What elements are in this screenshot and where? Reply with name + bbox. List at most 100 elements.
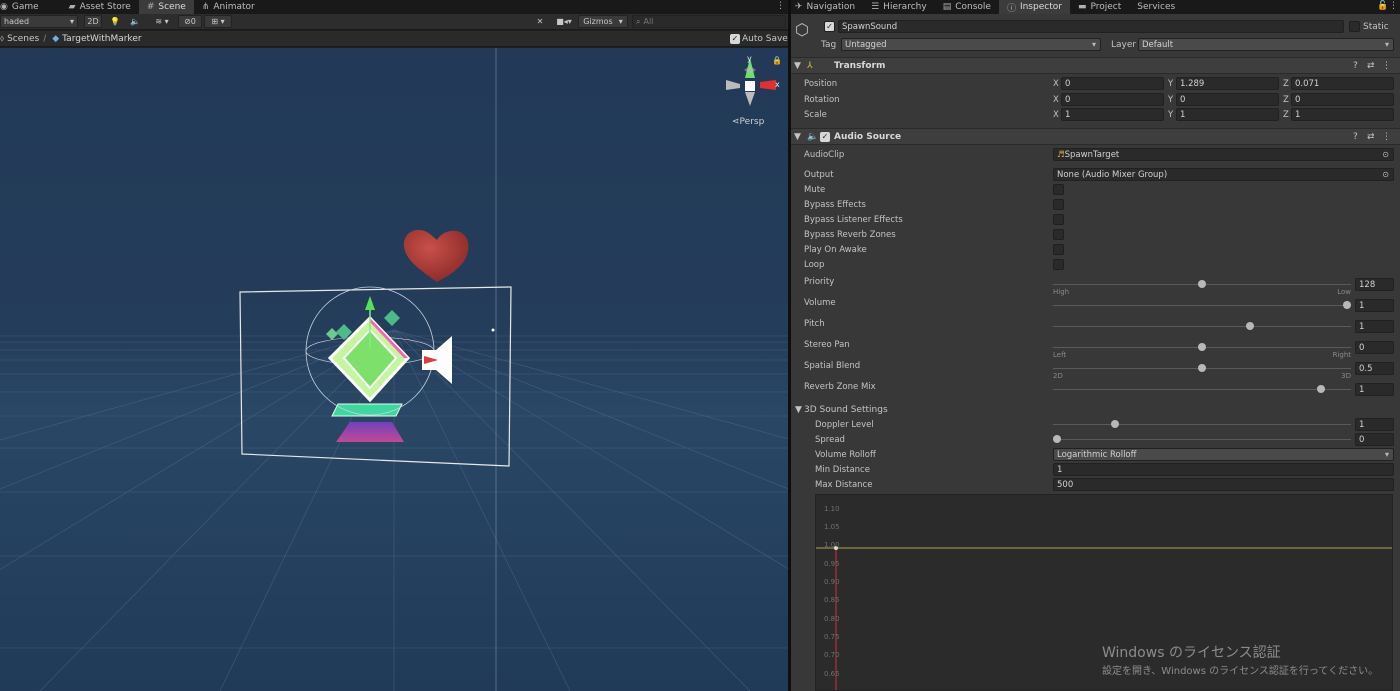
slider-thumb[interactable]: [1343, 301, 1351, 309]
transform-header[interactable]: ▼ ⅄ Transform ? ⇄ ⋮: [791, 57, 1400, 74]
scale-z-field[interactable]: 1: [1291, 108, 1394, 121]
mute-row: Mute: [791, 182, 1400, 197]
preset-icon[interactable]: ⇄: [1367, 132, 1375, 142]
folder-icon: ▬: [1077, 2, 1087, 12]
slider-track[interactable]: [1053, 389, 1351, 390]
min-distance-field[interactable]: 1: [1053, 463, 1394, 476]
play-on-awake-checkbox[interactable]: [1053, 244, 1064, 255]
max-distance-field[interactable]: 500: [1053, 478, 1394, 491]
slider-value-field[interactable]: 1: [1355, 320, 1394, 333]
tab-project[interactable]: ▬ Project: [1070, 0, 1129, 14]
slider-thumb[interactable]: [1198, 343, 1206, 351]
shading-mode-dropdown[interactable]: haded ▾: [0, 15, 78, 28]
inspector-menu-kebab-icon[interactable]: ⋮: [1389, 1, 1398, 11]
spread-value-field[interactable]: 0: [1355, 433, 1394, 446]
slider-value-field[interactable]: 1: [1355, 383, 1394, 396]
tag-dropdown[interactable]: Untagged ▾: [841, 38, 1101, 51]
position-y-field[interactable]: 1.289: [1176, 77, 1279, 90]
bypass-effects-checkbox[interactable]: [1053, 199, 1064, 210]
slider-track[interactable]: [1053, 305, 1351, 306]
object-picker-icon[interactable]: ⊙: [1382, 150, 1389, 159]
help-icon[interactable]: ?: [1353, 132, 1358, 142]
object-name-field[interactable]: SpawnSound: [838, 20, 1344, 33]
rotation-z-field[interactable]: 0: [1291, 93, 1394, 106]
slider-thumb[interactable]: [1198, 364, 1206, 372]
tab-asset-store[interactable]: ▰ Asset Store: [61, 0, 139, 14]
auto-save-checkbox[interactable]: ✓: [730, 34, 740, 44]
slider-thumb[interactable]: [1198, 280, 1206, 288]
3d-sound-foldout[interactable]: ▼ 3D Sound Settings: [791, 402, 1400, 417]
slider-track[interactable]: [1053, 326, 1351, 327]
lighting-toggle[interactable]: 💡: [108, 15, 122, 28]
component-menu-icon[interactable]: ⋮: [1382, 132, 1391, 142]
tab-animator[interactable]: ⋔ Animator: [194, 0, 263, 14]
slider-thumb[interactable]: [1246, 322, 1255, 330]
2d-toggle[interactable]: 2D: [84, 15, 102, 28]
loop-checkbox[interactable]: [1053, 259, 1064, 270]
audioclip-field[interactable]: ♬ SpawnTarget ⊙: [1053, 148, 1394, 161]
effects-dropdown[interactable]: ≋ ▾: [148, 15, 176, 28]
tab-hierarchy[interactable]: ☰ Hierarchy: [863, 0, 935, 14]
scale-y-field[interactable]: 1: [1176, 108, 1279, 121]
breadcrumb-root[interactable]: Scenes: [7, 34, 39, 44]
hidden-objects-toggle[interactable]: ⊘ 0: [178, 15, 202, 28]
graph-label: 0.85: [824, 596, 840, 604]
spread-track[interactable]: [1053, 439, 1351, 440]
breadcrumb-current[interactable]: TargetWithMarker: [62, 34, 141, 44]
rotation-y-field[interactable]: 0: [1176, 93, 1279, 106]
transform-position-row: Position X 0 Y 1.289 Z 0.071: [791, 76, 1400, 91]
mute-checkbox[interactable]: [1053, 184, 1064, 195]
camera-dropdown[interactable]: ■◂▾: [552, 15, 576, 28]
tab-console[interactable]: ▤ Console: [935, 0, 999, 14]
tab-scene[interactable]: # Scene: [138, 0, 194, 14]
audio-source-enabled-checkbox[interactable]: ✓: [820, 132, 830, 142]
slider-min-label: 2D: [1053, 372, 1063, 380]
transform-scale-row: Scale X 1 Y 1 Z 1: [791, 107, 1400, 122]
lock-icon[interactable]: 🔓: [1377, 1, 1388, 11]
active-checkbox[interactable]: ✓: [824, 21, 835, 32]
spread-slider-thumb[interactable]: [1053, 435, 1061, 443]
scene-menu-kebab-icon[interactable]: ⋮: [776, 1, 785, 11]
doppler-track[interactable]: [1053, 424, 1351, 425]
gizmos-dropdown[interactable]: Gizmos ▾: [578, 15, 628, 28]
audio-source-header[interactable]: ▼ 🔈 ✓ Audio Source ? ⇄ ⋮: [791, 128, 1400, 145]
slider-value-field[interactable]: 128: [1355, 278, 1394, 291]
layer-dropdown[interactable]: Default ▾: [1138, 38, 1394, 51]
slider-value-field[interactable]: 1: [1355, 299, 1394, 312]
component-menu-icon[interactable]: ⋮: [1382, 61, 1391, 71]
doppler-value-field[interactable]: 1: [1355, 418, 1394, 431]
tab-navigation[interactable]: ✈ Navigation: [791, 0, 863, 14]
hierarchy-icon: ☰: [871, 2, 880, 12]
rotation-x-field[interactable]: 0: [1061, 93, 1164, 106]
volume-rolloff-dropdown[interactable]: Logarithmic Rolloff ▾: [1053, 448, 1394, 461]
persp-label[interactable]: ⋖Persp: [732, 117, 764, 127]
doppler-slider-thumb[interactable]: [1111, 420, 1119, 428]
scene-search-input[interactable]: ⌕ All: [632, 15, 786, 28]
bypass-reverb-zones-row: Bypass Reverb Zones: [791, 227, 1400, 242]
tab-inspector[interactable]: ⓘ Inspector: [998, 0, 1070, 14]
scene-viewport[interactable]: y x 🔒 ⋖Persp: [0, 48, 788, 691]
slider-value-field[interactable]: 0: [1355, 341, 1394, 354]
slider-thumb[interactable]: [1316, 385, 1325, 393]
help-icon[interactable]: ?: [1353, 61, 1358, 71]
info-icon: ⓘ: [1006, 3, 1016, 14]
object-picker-icon[interactable]: ⊙: [1382, 170, 1389, 179]
grid-snapping-dropdown[interactable]: ⊞ ▾: [204, 15, 232, 28]
audio-toggle[interactable]: 🔈: [128, 15, 142, 28]
slider-label: Volume: [804, 298, 836, 308]
tab-game[interactable]: ◉ Game: [0, 0, 47, 14]
output-field[interactable]: None (Audio Mixer Group) ⊙: [1053, 168, 1394, 181]
slider-value-field[interactable]: 0.5: [1355, 362, 1394, 375]
tools-button[interactable]: ✕: [532, 15, 548, 28]
scale-x-field[interactable]: 1: [1061, 108, 1164, 121]
preset-icon[interactable]: ⇄: [1367, 61, 1375, 71]
tab-services[interactable]: Services: [1129, 0, 1183, 14]
bypass-listener-effects-checkbox[interactable]: [1053, 214, 1064, 225]
bypass-reverb-zones-checkbox[interactable]: [1053, 229, 1064, 240]
lock-icon[interactable]: 🔒: [772, 56, 782, 65]
position-z-field[interactable]: 0.071: [1291, 77, 1394, 90]
static-checkbox[interactable]: [1349, 21, 1360, 32]
position-x-field[interactable]: 0: [1061, 77, 1164, 90]
audio-source-title: Audio Source: [834, 131, 902, 142]
bypass-effects-row: Bypass Effects: [791, 197, 1400, 212]
